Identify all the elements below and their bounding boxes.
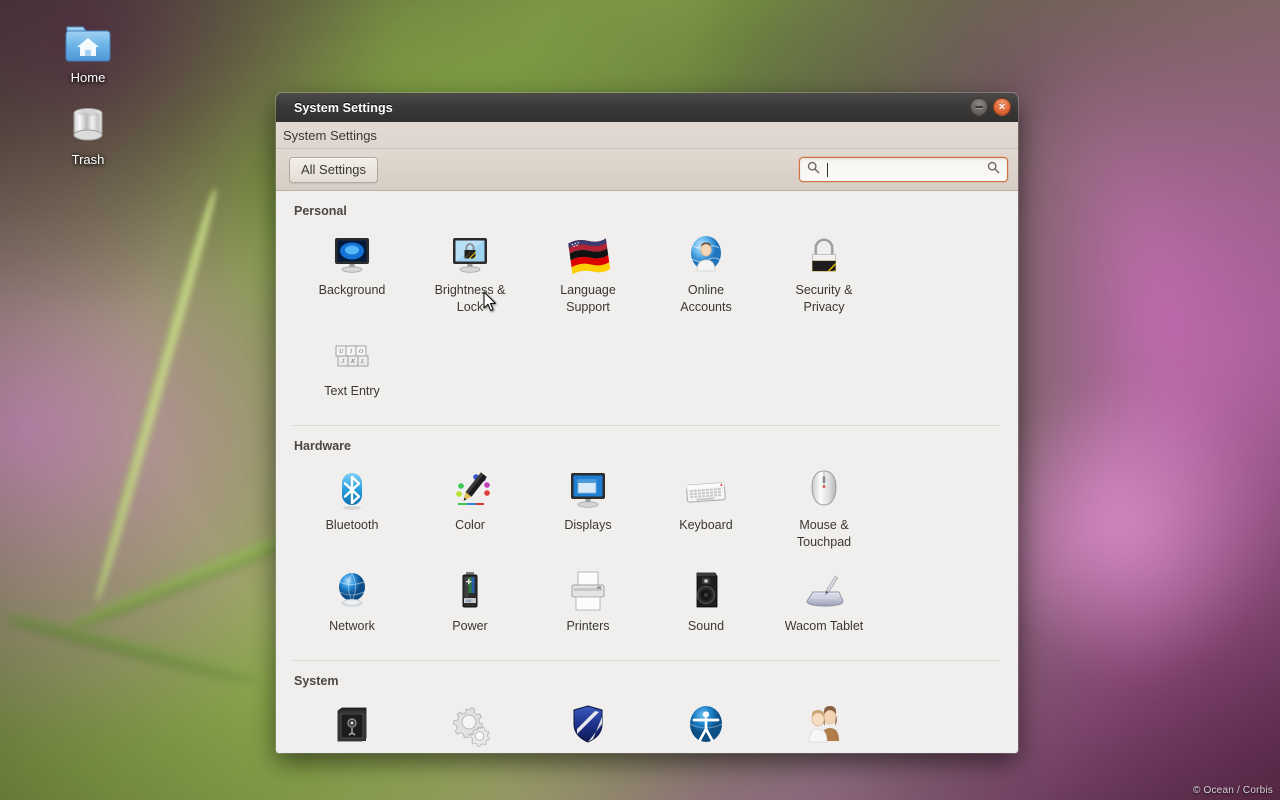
tile-label: Backup xyxy=(295,752,409,753)
tile-label: Mouse & Touchpad xyxy=(767,517,881,551)
tile-label: Text Entry xyxy=(295,383,409,400)
tile-label: Bluetooth xyxy=(295,517,409,534)
tile-label: Power xyxy=(413,618,527,635)
search-box[interactable] xyxy=(799,157,1008,182)
breadcrumb: System Settings xyxy=(283,128,377,143)
settings-tile-backup[interactable]: Backup xyxy=(293,695,411,753)
svg-text:J: J xyxy=(342,359,345,365)
settings-tile-printers[interactable]: Printers xyxy=(529,561,647,645)
tile-label: Color xyxy=(413,517,527,534)
search-text-caret xyxy=(827,163,828,177)
speaker-icon xyxy=(649,563,763,613)
window-controls: × xyxy=(970,98,1011,116)
section-divider xyxy=(293,425,1000,426)
minimize-button[interactable] xyxy=(970,98,988,116)
tile-label: Brightness & Lock xyxy=(413,282,527,316)
settings-tile-network[interactable]: Network xyxy=(293,561,411,645)
tile-label: Language Support xyxy=(531,282,645,316)
close-button[interactable]: × xyxy=(993,98,1011,116)
section-grid-personal: Background xyxy=(293,225,1000,410)
tile-label: Network xyxy=(295,618,409,635)
svg-text:O: O xyxy=(359,349,364,355)
section-grid-hardware: Bluetooth xyxy=(293,460,1000,645)
svg-text:AA: AA xyxy=(466,598,472,603)
bluetooth-icon xyxy=(295,462,409,512)
section-grid-system: Backup xyxy=(293,695,1000,753)
settings-tile-security-privacy[interactable]: Security & Privacy xyxy=(765,225,883,326)
tile-label: Background xyxy=(295,282,409,299)
printer-icon xyxy=(531,563,645,613)
settings-toolbar: All Settings xyxy=(276,149,1018,191)
settings-tile-universal-access[interactable]: Universal Access xyxy=(647,695,765,753)
desktop-icon-label: Trash xyxy=(40,153,136,167)
tile-label: Sound xyxy=(649,618,763,635)
tile-label: Security & Privacy xyxy=(767,282,881,316)
wallpaper-watermark: © Ocean / Corbis xyxy=(1193,785,1273,796)
settings-tile-brightness-lock[interactable]: Brightness & Lock xyxy=(411,225,529,326)
search-icon xyxy=(807,161,820,179)
keyboard-keys-icon: U I O J K L xyxy=(295,328,409,378)
globe-network-icon xyxy=(295,563,409,613)
settings-tile-wacom-tablet[interactable]: Wacom Tablet xyxy=(765,561,883,645)
settings-tile-color[interactable]: Color xyxy=(411,460,529,561)
monitor-window-icon xyxy=(531,462,645,512)
settings-tile-details[interactable]: Details xyxy=(411,695,529,753)
accessibility-icon xyxy=(649,697,763,747)
battery-icon: AA xyxy=(413,563,527,613)
mouse-icon xyxy=(767,462,881,512)
settings-tile-sound[interactable]: Sound xyxy=(647,561,765,645)
folder-home-icon xyxy=(40,18,136,68)
settings-tile-bluetooth[interactable]: Bluetooth xyxy=(293,460,411,561)
desktop: Home Trash System Settings xyxy=(0,0,1280,800)
keyboard-icon xyxy=(649,462,763,512)
monitor-wallpaper-icon xyxy=(295,227,409,277)
section-title-personal: Personal xyxy=(294,204,1000,218)
users-icon xyxy=(767,697,881,747)
breadcrumb-bar: System Settings xyxy=(276,122,1018,149)
tile-label: Online Accounts xyxy=(649,282,763,316)
settings-tile-displays[interactable]: Displays xyxy=(529,460,647,561)
padlock-icon xyxy=(767,227,881,277)
system-settings-window: System Settings × System Settings All Se… xyxy=(276,93,1018,753)
settings-tile-power[interactable]: AA Power xyxy=(411,561,529,645)
safe-icon xyxy=(295,697,409,747)
pencil-palette-icon xyxy=(413,462,527,512)
home-desktop-icon[interactable]: Home xyxy=(40,18,136,85)
section-title-system: System xyxy=(294,674,1000,688)
section-divider xyxy=(293,660,1000,661)
trash-desktop-icon[interactable]: Trash xyxy=(40,100,136,167)
window-titlebar[interactable]: System Settings × xyxy=(276,93,1018,122)
graphics-tablet-icon xyxy=(767,563,881,613)
tile-label: Printers xyxy=(531,618,645,635)
settings-tile-keyboard[interactable]: Keyboard xyxy=(647,460,765,561)
monitor-lock-icon xyxy=(413,227,527,277)
gears-icon xyxy=(413,697,527,747)
globe-user-icon xyxy=(649,227,763,277)
settings-tile-user-accounts[interactable]: User Accounts xyxy=(765,695,883,753)
tile-label: User Accounts xyxy=(767,752,881,753)
svg-text:U: U xyxy=(339,349,344,355)
window-title: System Settings xyxy=(294,101,393,115)
tile-label: Displays xyxy=(531,517,645,534)
all-settings-button[interactable]: All Settings xyxy=(289,157,378,183)
tile-label: Wacom Tablet xyxy=(767,618,881,635)
desktop-icon-label: Home xyxy=(40,71,136,85)
settings-tile-text-entry[interactable]: U I O J K L xyxy=(293,326,411,410)
settings-tile-online-accounts[interactable]: Online Accounts xyxy=(647,225,765,326)
section-title-hardware: Hardware xyxy=(294,439,1000,453)
tile-label: Keyboard xyxy=(649,517,763,534)
flags-icon xyxy=(531,227,645,277)
search-icon[interactable] xyxy=(987,161,1000,179)
shield-icon xyxy=(531,697,645,747)
svg-text:L: L xyxy=(360,359,365,365)
settings-tile-language-support[interactable]: Language Support xyxy=(529,225,647,326)
tile-label: Universal Access xyxy=(649,752,763,753)
settings-content: Personal Background xyxy=(276,191,1018,753)
settings-tile-mouse-touchpad[interactable]: Mouse & Touchpad xyxy=(765,460,883,561)
settings-tile-background[interactable]: Background xyxy=(293,225,411,326)
tile-label: Firewall Configuration xyxy=(531,752,645,753)
trash-can-icon xyxy=(40,100,136,150)
settings-tile-firewall-configuration[interactable]: Firewall Configuration xyxy=(529,695,647,753)
tile-label: Details xyxy=(413,752,527,753)
